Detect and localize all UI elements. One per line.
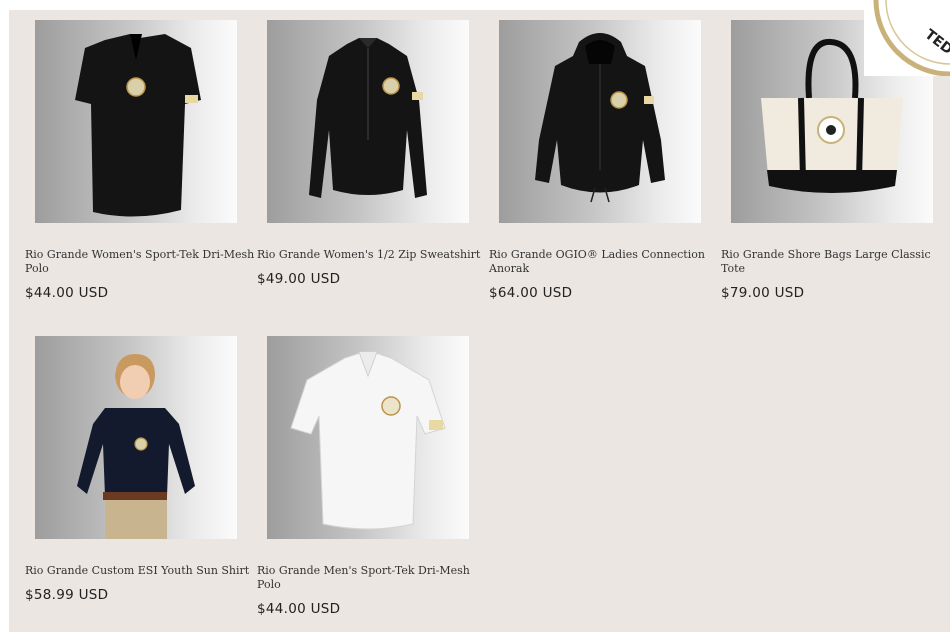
black-womens-polo-image[interactable] [35,20,237,223]
white-mens-polo-image[interactable] [267,336,469,539]
product-grid: Rio Grande Women's Sport-Tek Dri-Mesh Po… [9,10,950,632]
product-price: $64.00 USD [489,285,573,301]
product-title[interactable]: Rio Grande OGIO® Ladies Connection Anora… [489,248,721,276]
black-anorak-image[interactable] [499,20,701,223]
seal-badge-icon: TED S [864,0,950,76]
product-title[interactable]: Rio Grande Women's 1/2 Zip Sweatshirt [257,248,489,262]
product-price: $44.00 USD [257,601,341,617]
product-title[interactable]: Rio Grande Men's Sport-Tek Dri-Mesh Polo [257,564,489,592]
product-price: $49.00 USD [257,271,341,287]
product-price: $58.99 USD [25,587,109,603]
black-zip-sweatshirt-image[interactable] [267,20,469,223]
product-title[interactable]: Rio Grande Shore Bags Large Classic Tote [721,248,950,276]
youth-sun-shirt-image[interactable] [35,336,237,539]
product-price: $79.00 USD [721,285,805,301]
product-price: $44.00 USD [25,285,109,301]
product-title[interactable]: Rio Grande Custom ESI Youth Sun Shirt [25,564,257,578]
product-title[interactable]: Rio Grande Women's Sport-Tek Dri-Mesh Po… [25,248,257,276]
